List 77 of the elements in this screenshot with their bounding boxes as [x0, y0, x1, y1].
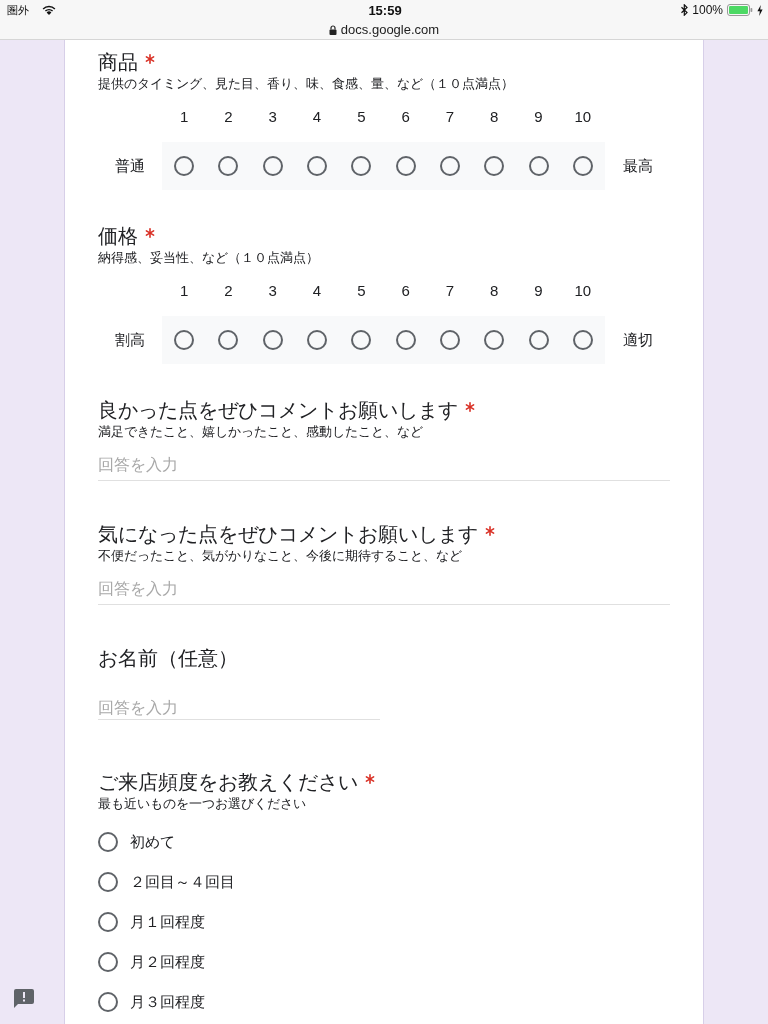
scale-low-label: 割高 — [114, 330, 146, 350]
feedback-icon[interactable] — [14, 989, 34, 1008]
scale-number: 3 — [268, 107, 277, 127]
scale-high-label: 適切 — [621, 330, 654, 350]
scale-number: 8 — [490, 107, 499, 127]
radio-button[interactable] — [98, 952, 118, 972]
question-title: ご来店頻度をお教えください — [98, 770, 358, 795]
scale-number: 6 — [401, 281, 410, 301]
scale-number: 8 — [490, 281, 499, 301]
question-title: お名前（任意） — [98, 646, 238, 671]
radio-button[interactable] — [439, 156, 460, 176]
clock-time: 15:59 — [368, 2, 402, 18]
radio-button[interactable] — [439, 330, 460, 350]
scale-number: 5 — [357, 107, 366, 127]
answer-field[interactable]: 回答を入力 — [98, 573, 670, 605]
scale-number: 1 — [179, 281, 189, 301]
radio-button[interactable] — [484, 330, 505, 350]
radio-button[interactable] — [572, 330, 593, 350]
answer-field[interactable]: 回答を入力 — [98, 696, 380, 720]
bluetooth-icon — [681, 4, 689, 16]
scale-number: 2 — [224, 281, 233, 301]
url-text: docs.google.com — [340, 22, 440, 37]
radio-button[interactable] — [395, 330, 416, 350]
radio-button[interactable] — [98, 912, 118, 932]
radio-button[interactable] — [262, 156, 283, 176]
radio-button[interactable] — [98, 832, 118, 852]
option-label: 月１回程度 — [130, 912, 205, 932]
radio-button[interactable] — [98, 992, 118, 1012]
radio-button[interactable] — [395, 156, 416, 176]
scale-number: 2 — [224, 107, 233, 127]
radio-button[interactable] — [174, 156, 195, 176]
radio-button[interactable] — [174, 330, 195, 350]
question-description: 満足できたこと、嬉しかったこと、感動したこと、など — [98, 424, 424, 440]
option-label: 初めて — [130, 832, 175, 852]
scale-number: 10 — [574, 107, 592, 127]
question-description: 納得感、妥当性、など（１０点満点） — [98, 250, 320, 266]
scale-number: 9 — [534, 107, 543, 127]
lock-icon — [328, 24, 337, 35]
radio-button[interactable] — [262, 330, 283, 350]
question-description: 最も近いものを一つお選びください — [98, 796, 307, 812]
radio-button[interactable] — [351, 156, 372, 176]
wifi-icon — [42, 5, 56, 15]
scale-number: 10 — [574, 281, 592, 301]
battery-icon — [727, 4, 753, 16]
carrier-text: 圏外 — [7, 2, 29, 18]
option-label: 月２回程度 — [130, 952, 205, 972]
radio-button[interactable] — [528, 156, 549, 176]
radio-button[interactable] — [572, 156, 593, 176]
radio-button[interactable] — [98, 872, 118, 892]
scale-number: 6 — [401, 107, 410, 127]
question-description: 不便だったこと、気がかりなこと、今後に期待すること、など — [98, 548, 463, 564]
option-label: 月３回程度 — [130, 992, 205, 1012]
radio-button[interactable] — [307, 330, 328, 350]
answer-field[interactable]: 回答を入力 — [98, 449, 670, 481]
scale-number: 5 — [357, 281, 366, 301]
scale-number: 4 — [312, 107, 322, 127]
scale-number: 7 — [445, 281, 455, 301]
scale-number: 1 — [179, 107, 189, 127]
radio-button[interactable] — [218, 330, 239, 350]
scale-number: 4 — [312, 281, 322, 301]
scale-number: 7 — [445, 107, 455, 127]
radio-button[interactable] — [351, 330, 372, 350]
question-description: 提供のタイミング、見た目、香り、味、食感、量、など（１０点満点） — [98, 76, 515, 92]
radio-button[interactable] — [528, 330, 549, 350]
question-title: 良かった点をぜひコメントお願いします — [98, 398, 458, 423]
battery-percent: 100% — [692, 3, 723, 17]
question-title: 商品 — [98, 50, 138, 75]
option-label: ２回目～４回目 — [130, 872, 235, 892]
scale-low-label: 普通 — [114, 156, 146, 176]
question-title: 価格 — [98, 224, 138, 249]
question-title: 気になった点をぜひコメントお願いします — [98, 522, 478, 547]
scale-number: 3 — [268, 281, 277, 301]
radio-button[interactable] — [307, 156, 328, 176]
radio-button[interactable] — [484, 156, 505, 176]
scale-high-label: 最高 — [621, 156, 654, 176]
scale-number: 9 — [534, 281, 543, 301]
radio-button[interactable] — [218, 156, 239, 176]
